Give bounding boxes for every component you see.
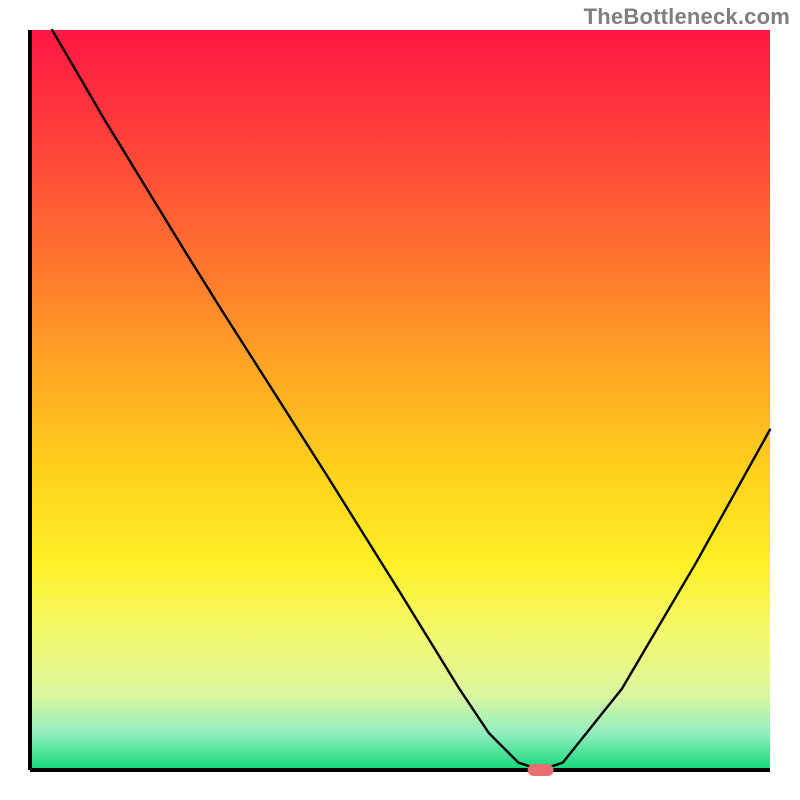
gradient-background [30,30,770,770]
optimal-marker [528,764,554,776]
chart-svg [0,0,800,800]
watermark-text: TheBottleneck.com [584,4,790,30]
bottleneck-chart: TheBottleneck.com [0,0,800,800]
